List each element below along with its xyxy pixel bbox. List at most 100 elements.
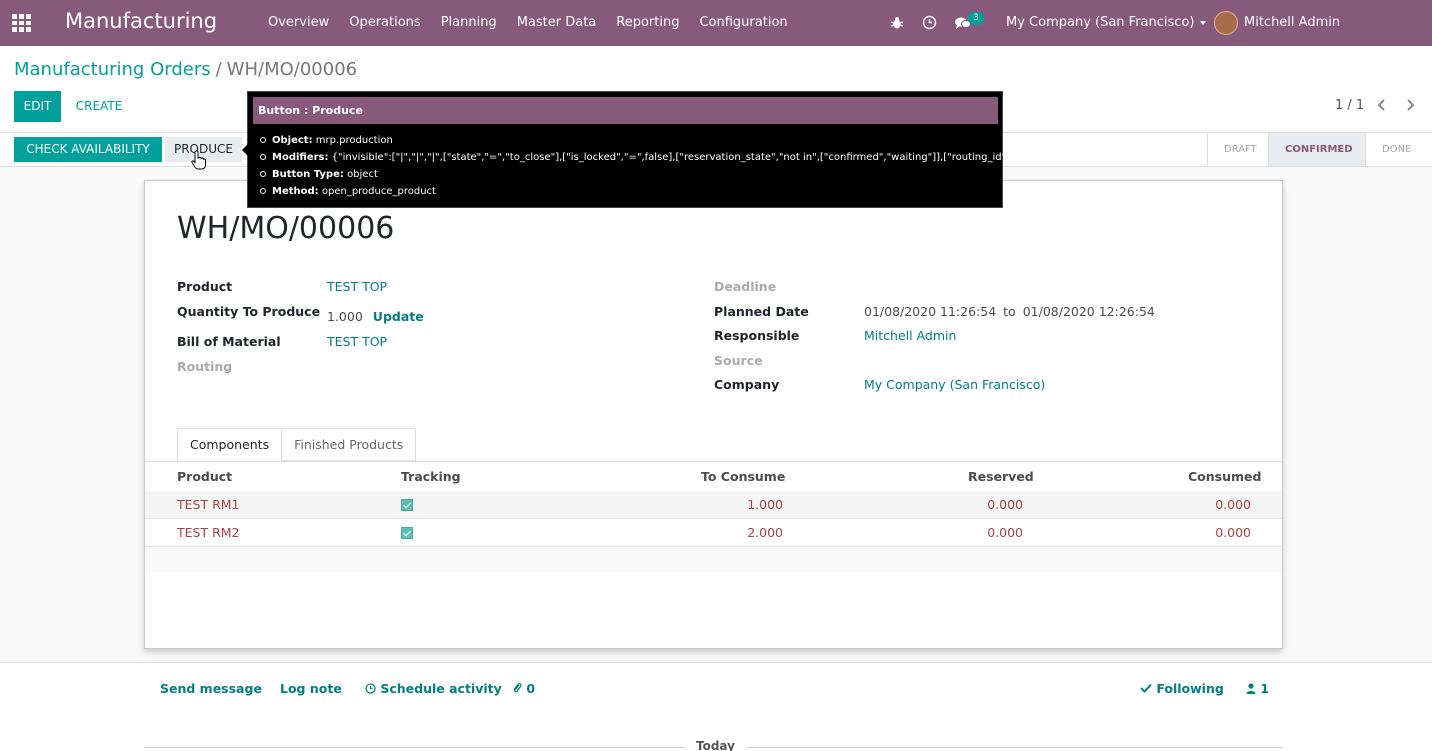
planned-date-field: 01/08/2020 11:26:54 to 01/08/2020 12:26:…: [864, 304, 1155, 319]
schedule-activity-button[interactable]: Schedule activity: [365, 681, 502, 696]
bullet-icon: [260, 137, 266, 143]
planned-date-label: Planned Date: [714, 304, 809, 319]
main-menu: Overview Operations Planning Master Data…: [258, 0, 798, 46]
log-note-button[interactable]: Log note: [280, 681, 342, 696]
row-reserved: 0.000: [987, 525, 1023, 540]
row-consumed: 0.000: [1215, 497, 1251, 512]
stage-done[interactable]: DONE: [1365, 133, 1427, 166]
table-row[interactable]: TEST RM1 1.000 0.000 0.000: [145, 491, 1282, 519]
bullet-icon: [260, 188, 266, 194]
app-title: Manufacturing: [65, 9, 218, 33]
form-sheet: WH/MO/00006 Product TEST TOP Quantity To…: [144, 180, 1283, 649]
tracking-checkbox-icon: [401, 499, 413, 511]
row-reserved: 0.000: [987, 497, 1023, 512]
menu-reporting[interactable]: Reporting: [606, 0, 689, 46]
menu-operations[interactable]: Operations: [339, 0, 430, 46]
column-header-tracking[interactable]: Tracking: [401, 469, 461, 484]
planned-to: to: [1003, 304, 1016, 319]
bom-label: Bill of Material: [177, 334, 281, 349]
table-empty-row: [145, 547, 1282, 572]
company-name: My Company (San Francisco): [1006, 15, 1195, 30]
tooltip-arrow: [242, 144, 248, 156]
attachments-button[interactable]: 0: [512, 681, 535, 696]
tab-divider: [145, 461, 1282, 462]
pager-value[interactable]: 1 / 1: [1335, 98, 1364, 113]
stage-draft[interactable]: DRAFT: [1207, 133, 1268, 166]
planned-start: 01/08/2020 11:26:54: [864, 304, 997, 319]
paperclip-icon: [513, 683, 522, 693]
user-icon: [1246, 683, 1256, 694]
debug-tooltip: Button : Produce Object: mrp.production …: [242, 91, 1072, 208]
stage-pipeline: DRAFT CONFIRMED DONE: [1207, 133, 1427, 166]
row-consumed: 0.000: [1215, 525, 1251, 540]
tooltip-list: Object: mrp.production Modifiers: {"invi…: [260, 132, 1072, 200]
menu-planning[interactable]: Planning: [431, 0, 507, 46]
breadcrumb-parent[interactable]: Manufacturing Orders: [14, 59, 211, 80]
clock-icon: [365, 683, 376, 694]
user-menu[interactable]: Mitchell Admin (mrp_ee_v13): [1244, 0, 1432, 76]
column-header-reserved[interactable]: Reserved: [968, 469, 1034, 484]
column-header-product[interactable]: Product: [177, 469, 232, 484]
pager-previous-icon[interactable]: [1372, 97, 1392, 117]
following-button[interactable]: Following: [1140, 681, 1224, 696]
following-label: Following: [1156, 681, 1224, 696]
column-header-consumed[interactable]: Consumed: [1188, 469, 1261, 484]
clock-icon[interactable]: [922, 15, 937, 30]
tab-finished-products[interactable]: Finished Products: [281, 428, 417, 461]
breadcrumb: Manufacturing Orders / WH/MO/00006: [14, 59, 357, 80]
tooltip-item: Button Type: object: [260, 166, 1072, 183]
update-quantity-button[interactable]: Update: [373, 309, 424, 324]
product-field[interactable]: TEST TOP: [327, 279, 387, 294]
avatar[interactable]: [1214, 11, 1238, 35]
stage-confirmed[interactable]: CONFIRMED: [1268, 133, 1365, 166]
tooltip-item: Modifiers: {"invisible":["|","|","|",["s…: [260, 149, 1072, 166]
menu-overview[interactable]: Overview: [258, 0, 339, 46]
check-availability-button[interactable]: CHECK AVAILABILITY: [14, 137, 162, 162]
quantity-field: 1.000 Update: [327, 309, 424, 324]
bug-icon[interactable]: [890, 16, 904, 30]
pager-next-icon[interactable]: [1400, 97, 1420, 117]
table-row[interactable]: TEST RM2 2.000 0.000 0.000: [145, 519, 1282, 547]
bullet-icon: [260, 171, 266, 177]
row-product: TEST RM1: [177, 497, 240, 512]
company-switcher[interactable]: My Company (San Francisco): [1006, 0, 1207, 46]
planned-end: 01/08/2020 12:26:54: [1022, 304, 1155, 319]
tooltip-title: Button : Produce: [253, 97, 998, 124]
menu-master-data[interactable]: Master Data: [507, 0, 607, 46]
row-to-consume: 2.000: [747, 525, 783, 540]
schedule-activity-label: Schedule activity: [380, 681, 502, 696]
bom-field[interactable]: TEST TOP: [327, 334, 387, 349]
tooltip-item: Object: mrp.production: [260, 132, 1072, 149]
source-label: Source: [714, 353, 763, 368]
check-icon: [1140, 683, 1152, 693]
send-message-button[interactable]: Send message: [160, 681, 262, 696]
responsible-field[interactable]: Mitchell Admin: [864, 328, 956, 343]
company-label: Company: [714, 377, 780, 392]
followers-button[interactable]: 1: [1246, 681, 1269, 696]
company-field[interactable]: My Company (San Francisco): [864, 377, 1045, 392]
edit-button[interactable]: EDIT: [14, 91, 61, 122]
tab-components[interactable]: Components: [177, 428, 283, 461]
chatter: Send message Log note Schedule activity …: [0, 662, 1432, 751]
bullet-icon: [260, 154, 266, 160]
hand-cursor-icon: [191, 150, 206, 170]
breadcrumb-separator: /: [215, 59, 222, 80]
deadline-label: Deadline: [714, 279, 777, 294]
apps-menu-icon[interactable]: [12, 14, 32, 32]
date-label: Today: [684, 739, 747, 751]
menu-configuration[interactable]: Configuration: [689, 0, 797, 46]
create-button[interactable]: CREATE: [65, 91, 133, 122]
tooltip-item: Method: open_produce_product: [260, 183, 1072, 200]
top-navbar: Manufacturing Overview Operations Planni…: [0, 0, 1432, 76]
product-label: Product: [177, 279, 233, 294]
column-header-to-consume[interactable]: To Consume: [701, 469, 785, 484]
quantity-label: Quantity To Produce: [177, 304, 321, 319]
quantity-value: 1.000: [327, 309, 363, 324]
breadcrumb-current: WH/MO/00006: [226, 59, 358, 80]
routing-label: Routing: [177, 359, 233, 374]
row-to-consume: 1.000: [747, 497, 783, 512]
caret-down-icon: [1200, 20, 1207, 25]
followers-count: 1: [1260, 681, 1270, 696]
tracking-checkbox-icon: [401, 527, 413, 539]
attachment-count: 0: [526, 681, 536, 696]
